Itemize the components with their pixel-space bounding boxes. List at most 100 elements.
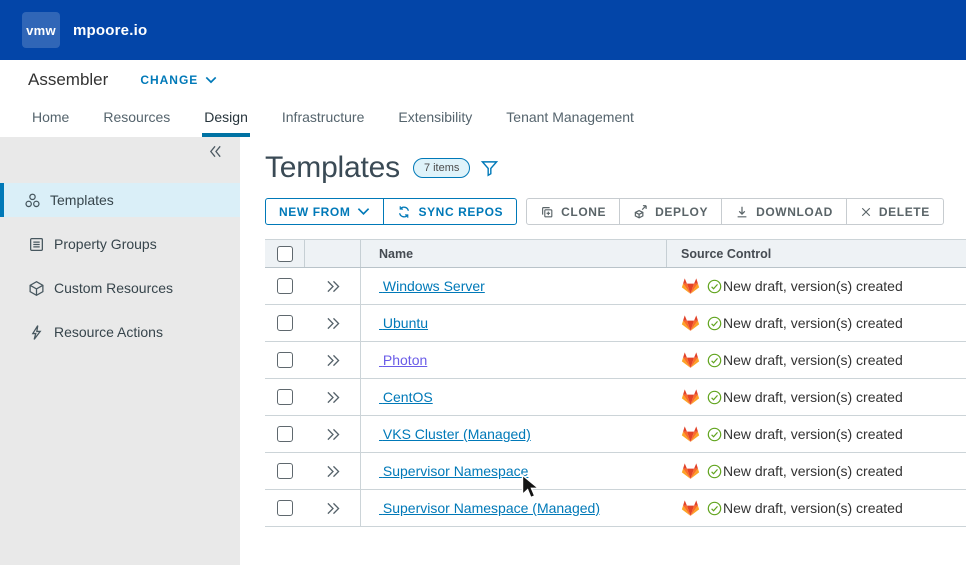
row-checkbox[interactable] bbox=[277, 389, 293, 405]
tab-tenant-management[interactable]: Tenant Management bbox=[504, 100, 636, 137]
sidebar-item-label: Custom Resources bbox=[54, 280, 174, 296]
column-header-name: Name bbox=[379, 246, 414, 261]
collapse-sidebar-icon[interactable] bbox=[207, 144, 224, 164]
check-circle-icon bbox=[707, 464, 722, 479]
source-control-status: New draft, version(s) created bbox=[723, 500, 903, 516]
sidebar-item-property-groups[interactable]: Property Groups bbox=[0, 227, 240, 261]
expand-row-icon[interactable] bbox=[325, 428, 341, 441]
main-content: Templates 7 items NEW FROM SYNC REPOS CLO… bbox=[240, 137, 966, 565]
change-app-button[interactable]: CHANGE bbox=[140, 73, 217, 87]
button-label: NEW FROM bbox=[279, 204, 351, 219]
brand-name: mpoore.io bbox=[73, 21, 148, 39]
deploy-icon bbox=[633, 204, 648, 219]
row-checkbox[interactable] bbox=[277, 352, 293, 368]
source-control-status: New draft, version(s) created bbox=[723, 315, 903, 331]
template-name-link[interactable]: VKS Cluster (Managed) bbox=[379, 426, 531, 442]
column-header-source-control: Source Control bbox=[681, 246, 772, 261]
chevron-down-icon bbox=[205, 73, 217, 87]
deploy-button[interactable]: DEPLOY bbox=[619, 198, 723, 225]
source-control-status: New draft, version(s) created bbox=[723, 352, 903, 368]
source-control-status: New draft, version(s) created bbox=[723, 278, 903, 294]
check-circle-icon bbox=[707, 390, 722, 405]
download-button[interactable]: DOWNLOAD bbox=[721, 198, 847, 225]
filter-funnel-icon[interactable] bbox=[480, 160, 499, 177]
source-control-status: New draft, version(s) created bbox=[723, 463, 903, 479]
gitlab-icon bbox=[681, 425, 700, 443]
check-circle-icon bbox=[707, 316, 722, 331]
table-header-row: Name Source Control bbox=[265, 239, 966, 268]
app-window: vmw mpoore.io Assembler CHANGE Home Resou… bbox=[0, 0, 966, 565]
table-row: VKS Cluster (Managed) New draft, version(… bbox=[265, 416, 966, 453]
template-name-link[interactable]: Photon bbox=[379, 352, 427, 368]
table-row: Photon New draft, version(s) created bbox=[265, 342, 966, 379]
check-circle-icon bbox=[707, 279, 722, 294]
template-name-link[interactable]: Windows Server bbox=[379, 278, 485, 294]
vmw-logo-text: vmw bbox=[26, 22, 56, 38]
button-label: DOWNLOAD bbox=[756, 204, 833, 219]
resource-actions-icon bbox=[28, 324, 45, 341]
tab-home[interactable]: Home bbox=[30, 100, 71, 137]
table-row: Supervisor Namespace (Managed) New draft,… bbox=[265, 490, 966, 527]
sync-icon bbox=[397, 205, 411, 219]
select-all-checkbox[interactable] bbox=[276, 245, 293, 262]
source-control-status: New draft, version(s) created bbox=[723, 426, 903, 442]
button-label: DEPLOY bbox=[655, 204, 709, 219]
expand-row-icon[interactable] bbox=[325, 502, 341, 515]
row-checkbox[interactable] bbox=[277, 426, 293, 442]
sidebar-item-label: Property Groups bbox=[54, 236, 157, 252]
expand-row-icon[interactable] bbox=[325, 391, 341, 404]
check-circle-icon bbox=[707, 501, 722, 516]
template-name-link[interactable]: Ubuntu bbox=[379, 315, 428, 331]
property-groups-icon bbox=[28, 236, 45, 253]
row-checkbox[interactable] bbox=[277, 463, 293, 479]
check-circle-icon bbox=[707, 353, 722, 368]
delete-button[interactable]: DELETE bbox=[845, 198, 944, 225]
row-checkbox[interactable] bbox=[277, 278, 293, 294]
tab-infrastructure[interactable]: Infrastructure bbox=[280, 100, 366, 137]
sidebar-item-custom-resources[interactable]: Custom Resources bbox=[0, 271, 240, 305]
sidebar-item-label: Templates bbox=[50, 192, 114, 208]
sidebar-item-templates[interactable]: Templates bbox=[0, 183, 240, 217]
tab-resources[interactable]: Resources bbox=[101, 100, 172, 137]
expand-row-icon[interactable] bbox=[325, 465, 341, 478]
app-name: Assembler bbox=[28, 70, 109, 89]
row-checkbox[interactable] bbox=[277, 315, 293, 331]
templates-table: Name Source Control Windows Server New dr… bbox=[265, 239, 966, 527]
templates-icon bbox=[24, 192, 41, 209]
expand-row-icon[interactable] bbox=[325, 280, 341, 293]
gitlab-icon bbox=[681, 314, 700, 332]
gitlab-icon bbox=[681, 351, 700, 369]
sidebar: Templates Property Groups Custom Resources… bbox=[0, 137, 240, 565]
template-name-link[interactable]: CentOS bbox=[379, 389, 433, 405]
button-label: CLONE bbox=[561, 204, 607, 219]
table-row: Supervisor Namespace New draft, version(s… bbox=[265, 453, 966, 490]
check-circle-icon bbox=[707, 427, 722, 442]
sidebar-nav: Templates Property Groups Custom Resources… bbox=[0, 183, 240, 359]
vmw-logo[interactable]: vmw bbox=[22, 12, 60, 48]
tab-extensibility[interactable]: Extensibility bbox=[396, 100, 474, 137]
template-name-link[interactable]: Supervisor Namespace (Managed) bbox=[379, 500, 600, 516]
sidebar-item-resource-actions[interactable]: Resource Actions bbox=[0, 315, 240, 349]
tab-bar: Home Resources Design Infrastructure Extensi… bbox=[0, 100, 966, 137]
gitlab-icon bbox=[681, 499, 700, 517]
expand-row-icon[interactable] bbox=[325, 317, 341, 330]
table-body: Windows Server New draft, version(s) crea… bbox=[265, 268, 966, 527]
toolbar: NEW FROM SYNC REPOS CLONE DEPLOY DOWNLOAD DE… bbox=[265, 198, 966, 225]
expand-row-icon[interactable] bbox=[325, 354, 341, 367]
delete-icon bbox=[860, 206, 872, 218]
source-control-status: New draft, version(s) created bbox=[723, 389, 903, 405]
new-from-button[interactable]: NEW FROM bbox=[265, 198, 385, 225]
tab-design[interactable]: Design bbox=[202, 100, 250, 137]
download-icon bbox=[735, 205, 749, 219]
clone-button[interactable]: CLONE bbox=[526, 198, 621, 225]
sync-repos-button[interactable]: SYNC REPOS bbox=[383, 198, 518, 225]
clone-icon bbox=[540, 205, 554, 219]
chevron-down-icon bbox=[357, 207, 370, 216]
template-name-link[interactable]: Supervisor Namespace bbox=[379, 463, 529, 479]
row-checkbox[interactable] bbox=[277, 500, 293, 516]
gitlab-icon bbox=[681, 388, 700, 406]
page-title: Templates bbox=[265, 151, 400, 184]
gitlab-icon bbox=[681, 462, 700, 480]
table-row: Ubuntu New draft, version(s) created bbox=[265, 305, 966, 342]
table-row: Windows Server New draft, version(s) crea… bbox=[265, 268, 966, 305]
